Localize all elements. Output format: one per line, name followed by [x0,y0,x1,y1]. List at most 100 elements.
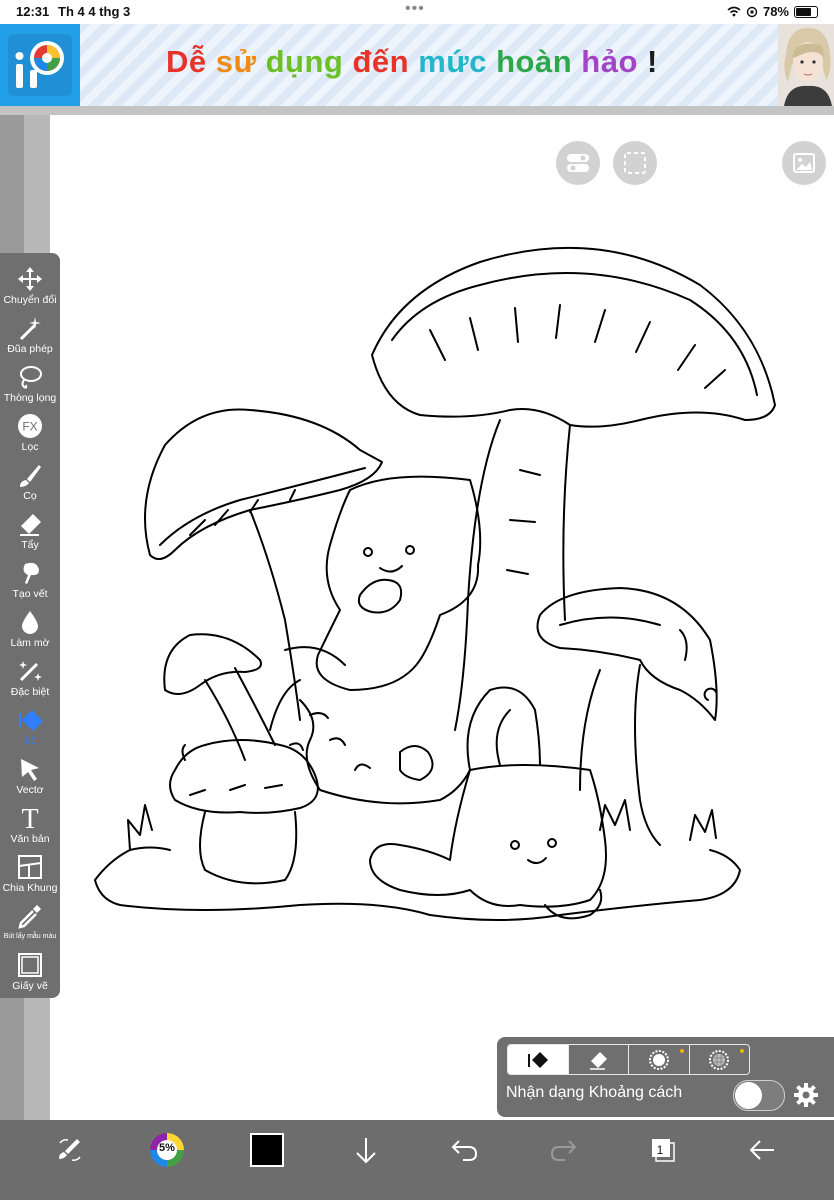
save-download-button[interactable] [348,1132,384,1168]
tool-label: Đũa phép [7,343,53,355]
tool-label: Đặc biệt [10,686,50,698]
tool-smudge[interactable]: Tạo vết [0,551,60,600]
tool-frame-divider[interactable]: Chia Khung [0,845,60,894]
tool-eyedropper[interactable]: Bút lấy mẫu màu [0,894,60,943]
tool-label: Giấy vẽ [12,980,48,992]
pattern-circle-mode-button[interactable] [690,1045,750,1074]
image-icon [793,153,815,173]
slogan-word: đến [352,44,410,79]
frame-divider-icon [16,853,44,880]
text-icon: T [16,804,44,831]
back-button[interactable] [744,1132,780,1168]
brush-swap-icon [59,1139,81,1161]
gear-icon[interactable] [793,1082,819,1113]
tool-vector[interactable]: Vectơ [0,747,60,796]
drawing-canvas[interactable] [50,115,834,1120]
battery-icon [794,5,818,18]
undo-icon [451,1140,478,1161]
tool-label: Bút lấy mẫu màu [3,933,57,940]
orientation-lock-icon [746,6,758,17]
tool-label: Chuyển đổi [3,294,57,306]
setting-dot [679,1049,684,1053]
current-color-swatch [250,1133,284,1167]
tool-bucket[interactable]: Xô [0,698,60,747]
fill-mode-button[interactable] [508,1045,569,1074]
tool-transform[interactable]: Chuyển đổi [0,257,60,306]
app-logo-icon [0,24,80,106]
tool-brush[interactable]: Cọ [0,453,60,502]
blur-drop-icon [16,608,44,635]
fill-mode-icon [527,1051,548,1068]
arrow-left-icon [749,1140,774,1160]
tool-lasso[interactable]: Thòng lọng [0,355,60,404]
fill-mode-segmented-control [507,1044,750,1075]
tool-label: Vectơ [16,784,44,796]
layers-button[interactable]: 1 [645,1132,681,1168]
tool-label: Chia Khung [2,882,58,894]
ad-banner[interactable]: Dễ sử dụng đến mức hoàn hảo ! [0,24,834,107]
eraser-icon [16,510,44,537]
slogan-word: mức [418,44,487,79]
tool-label: Thòng lọng [3,392,57,404]
tool-eraser[interactable]: Tẩy [0,502,60,551]
tool-label: Làm mờ [10,637,50,649]
bucket-fill-icon [16,706,44,733]
tool-special[interactable]: Đặc biệt [0,649,60,698]
lasso-icon [16,363,44,390]
magic-wand-icon [16,314,44,341]
pattern-circle-mode-icon [709,1049,730,1070]
dashed-selection-icon [624,152,646,174]
battery-percent: 78% [762,4,789,19]
color-wheel-button[interactable]: 5% [149,1132,185,1168]
multitask-dots-icon[interactable]: ••• [405,0,425,18]
brush-settings-button[interactable] [52,1132,88,1168]
tool-blur[interactable]: Làm mờ [0,600,60,649]
undo-button[interactable] [446,1132,482,1168]
banner-character-image [778,24,834,106]
smudge-icon [16,559,44,586]
tool-label: Tẩy [21,539,39,551]
banner-slogan: Dễ sử dụng đến mức hoàn hảo ! [166,44,658,80]
reference-image-button[interactable] [782,141,826,185]
distance-recognition-label: Nhận dạng Khoảng cách [506,1084,683,1101]
status-bar: 12:31 Th 4 4 thg 3 ••• 78% [0,0,834,24]
slogan-word: ! [647,44,658,79]
tool-canvas[interactable]: Giấy vẽ [0,943,60,992]
distance-recognition-toggle[interactable] [733,1080,785,1111]
tool-filter[interactable]: FX Lọc [0,404,60,453]
fill-options-panel: Nhận dạng Khoảng cách [497,1037,834,1117]
brush-opacity-label: 5% [159,1142,175,1154]
current-color-button[interactable] [249,1132,285,1168]
brush-icon [16,461,44,488]
special-wand-icon [16,657,44,684]
redo-icon [550,1140,577,1161]
circle-mode-button[interactable] [629,1045,690,1074]
tool-magic-wand[interactable]: Đũa phép [0,306,60,355]
slogan-word: hảo [581,44,638,79]
vector-cursor-icon [16,755,44,782]
bottom-toolbar: 5% 1 [0,1120,834,1200]
selection-button[interactable] [613,141,657,185]
eraser-mode-icon [590,1051,608,1070]
fx-filter-icon: FX [16,412,44,439]
tool-label: Văn bản [10,833,50,845]
wifi-icon [727,6,741,17]
arrow-down-icon [356,1138,376,1164]
layer-count: 1 [656,1143,664,1157]
slogan-word: Dễ [166,44,207,79]
tool-label: Tạo vết [12,588,48,600]
eyedropper-icon [16,902,44,930]
canvas-top-gap [0,106,834,115]
tool-text[interactable]: T Văn bản [0,796,60,846]
toggle-switches-icon [567,154,589,172]
slogan-word: hoàn [496,44,573,79]
eraser-mode-button[interactable] [569,1045,629,1074]
circle-mode-icon [648,1049,669,1070]
redo-button[interactable] [546,1132,582,1168]
move-arrows-icon [16,265,44,292]
mushroom-line-art [94,246,776,921]
svg-text:T: T [21,805,38,831]
slogan-word: sử [215,44,257,79]
setting-dot [740,1049,744,1053]
toggle-layout-button[interactable] [556,141,600,185]
